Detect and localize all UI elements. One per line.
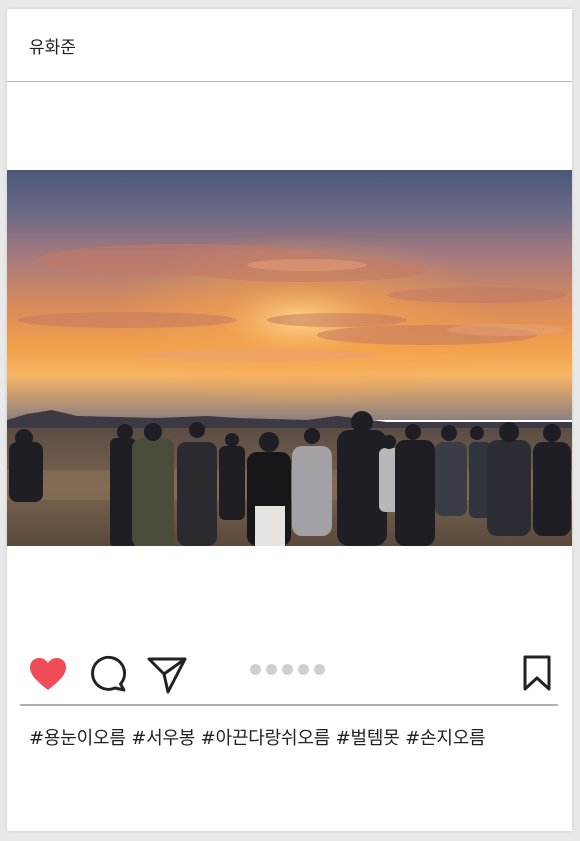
heart-icon[interactable] xyxy=(29,657,67,691)
divider xyxy=(20,704,558,706)
carousel-dot[interactable] xyxy=(282,664,293,675)
carousel-dot[interactable] xyxy=(250,664,261,675)
carousel-dot[interactable] xyxy=(314,664,325,675)
paper-plane-icon[interactable] xyxy=(147,656,187,694)
carousel-dot[interactable] xyxy=(298,664,309,675)
post-username[interactable]: 유화준 xyxy=(29,33,76,58)
comment-icon[interactable] xyxy=(89,655,127,693)
bookmark-icon[interactable] xyxy=(522,655,552,691)
carousel-dot[interactable] xyxy=(266,664,277,675)
post-photo[interactable] xyxy=(7,170,572,546)
post-header: 유화준 xyxy=(7,9,572,82)
post-card: 유화준 #용눈이오름 #서우봉 #아끈다랑쉬오름 #벌템못 #손지오름 xyxy=(7,9,572,831)
action-bar xyxy=(7,649,572,699)
carousel-dots xyxy=(250,664,325,676)
sunset-photo-image xyxy=(7,170,572,546)
post-caption: #용눈이오름 #서우봉 #아끈다랑쉬오름 #벌템못 #손지오름 xyxy=(29,728,486,749)
